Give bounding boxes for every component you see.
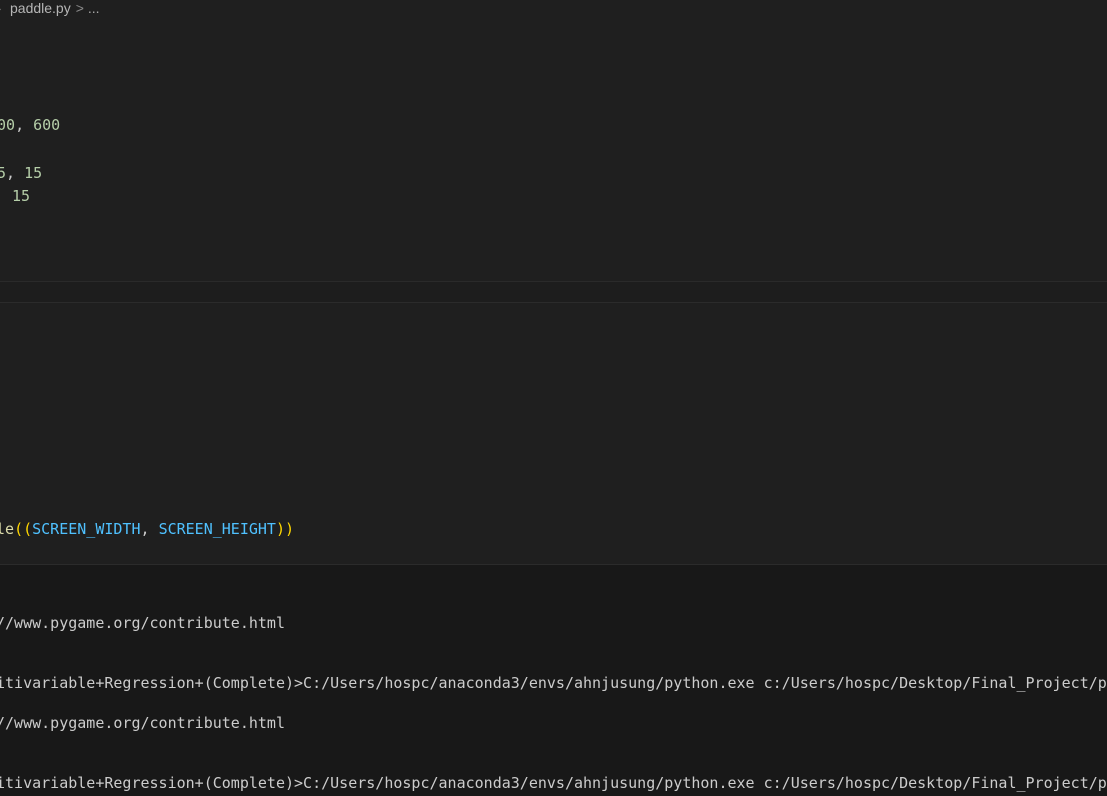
- code-token: ((: [14, 520, 33, 538]
- code-line: le((SCREEN_WIDTH, SCREEN_HEIGHT)): [0, 519, 294, 539]
- code-token: ,: [6, 164, 25, 182]
- code-line: 15: [12, 186, 30, 206]
- terminal-line: //www.pygame.org/contribute.html: [0, 614, 285, 632]
- code-token: le: [0, 520, 15, 538]
- code-token: SCREEN_WIDTH: [32, 520, 141, 538]
- code-line: 00, 600: [0, 115, 60, 135]
- breadcrumb-file[interactable]: paddle.py: [10, 0, 71, 16]
- breadcrumb: › paddle.py > ...: [0, 0, 100, 18]
- code-token: 600: [33, 116, 61, 134]
- vscode-window: › paddle.py > ... 00, 600 5, 15 15 le((S…: [0, 0, 1107, 796]
- terminal-line: itivariable+Regression+(Complete)>C:/Use…: [0, 774, 1107, 792]
- code-token: 15: [24, 164, 43, 182]
- terminal-line: itivariable+Regression+(Complete)>C:/Use…: [0, 674, 1107, 692]
- code-token: SCREEN_HEIGHT: [158, 520, 276, 538]
- terminal-line: ): [0, 691, 3, 705]
- editor-divider: [0, 302, 1107, 303]
- chevron-right-icon: >: [75, 0, 84, 16]
- code-token: ,: [15, 116, 34, 134]
- chevron-right-icon: ›: [0, 1, 4, 16]
- code-token: 15: [12, 187, 31, 205]
- code-line: 5, 15: [0, 163, 42, 183]
- terminal-line: //www.pygame.org/contribute.html: [0, 714, 285, 732]
- breadcrumb-more[interactable]: ...: [88, 0, 100, 16]
- code-token: ,: [140, 520, 159, 538]
- terminal-panel[interactable]: //www.pygame.org/contribute.html itivari…: [0, 565, 1107, 796]
- editor-band: [0, 282, 1107, 302]
- code-token: 00: [0, 116, 16, 134]
- code-token: )): [275, 520, 295, 538]
